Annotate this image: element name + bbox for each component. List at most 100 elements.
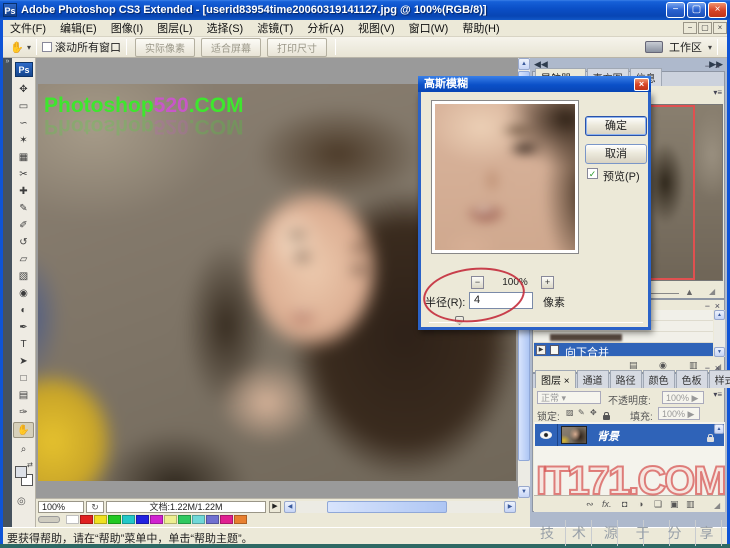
- swatch[interactable]: [192, 515, 205, 524]
- tab-color[interactable]: 颜色: [643, 370, 675, 388]
- lock-position-icon[interactable]: ✥: [590, 408, 597, 417]
- fit-screen-button[interactable]: 适合屏幕: [201, 38, 261, 57]
- crop-tool[interactable]: ▦: [13, 150, 34, 166]
- swatch[interactable]: [178, 515, 191, 524]
- path-selection-tool[interactable]: ➤: [13, 354, 34, 370]
- eraser-tool[interactable]: ▱: [13, 252, 34, 268]
- swatch[interactable]: [150, 515, 163, 524]
- collapse-chevrons-icon[interactable]: »: [6, 58, 10, 65]
- scroll-left-icon[interactable]: ◀: [284, 501, 296, 513]
- scroll-down-icon[interactable]: ▼: [714, 347, 725, 357]
- swatch[interactable]: [220, 515, 233, 524]
- swatch[interactable]: [80, 515, 93, 524]
- panel-minimize-icon[interactable]: −: [705, 61, 710, 71]
- lock-transparency-icon[interactable]: ▨: [566, 408, 574, 417]
- swatch[interactable]: [206, 515, 219, 524]
- panel-close-icon[interactable]: ×: [715, 363, 720, 373]
- panel-resize-grip[interactable]: ◢: [709, 287, 715, 296]
- preview-image[interactable]: [435, 104, 575, 250]
- navigator-thumbnail[interactable]: [647, 104, 723, 281]
- clone-stamp-tool[interactable]: ✐: [13, 218, 34, 234]
- swatch[interactable]: [122, 515, 135, 524]
- menu-view[interactable]: 视图(V): [351, 19, 402, 37]
- tab-paths[interactable]: 路径: [610, 370, 642, 388]
- history-item-selected[interactable]: ▶ 向下合并: [534, 343, 713, 357]
- maximize-button[interactable]: ▢: [687, 2, 706, 18]
- history-state-marker[interactable]: ▶: [536, 345, 546, 355]
- dialog-close-button[interactable]: ×: [634, 78, 649, 91]
- history-brush-tool[interactable]: ↺: [13, 235, 34, 251]
- blur-tool[interactable]: ◉: [13, 286, 34, 302]
- panel-minimize-icon[interactable]: −: [705, 363, 710, 373]
- scroll-up-icon[interactable]: ▲: [714, 424, 724, 434]
- swatch[interactable]: [136, 515, 149, 524]
- ok-button[interactable]: 确定: [585, 116, 647, 136]
- scroll-right-icon[interactable]: ▶: [504, 501, 516, 513]
- bridge-icon[interactable]: [645, 41, 663, 53]
- actual-pixels-button[interactable]: 实际像素: [135, 38, 195, 57]
- scroll-down-icon[interactable]: ▼: [518, 486, 530, 498]
- close-button[interactable]: ×: [708, 2, 727, 18]
- marquee-tool[interactable]: ▭: [13, 99, 34, 115]
- swatch[interactable]: [94, 515, 107, 524]
- menu-window[interactable]: 窗口(W): [402, 19, 456, 37]
- zoom-tool[interactable]: ⌕: [13, 442, 34, 458]
- cancel-button[interactable]: 取消: [585, 144, 647, 164]
- tab-channels[interactable]: 通道: [577, 370, 609, 388]
- panel-close-icon[interactable]: ×: [715, 61, 720, 71]
- tool-preset-dropdown-icon[interactable]: ▾: [27, 43, 31, 52]
- zoom-percent-field[interactable]: 100%: [38, 501, 84, 513]
- title-bar[interactable]: Ps Adobe Photoshop CS3 Extended - [useri…: [0, 0, 730, 20]
- minimize-button[interactable]: −: [666, 2, 685, 18]
- lasso-tool[interactable]: ∽: [13, 116, 34, 132]
- workspace-dropdown-icon[interactable]: ▾: [708, 43, 712, 52]
- status-refresh-icon[interactable]: ↻: [86, 501, 104, 513]
- swatch[interactable]: [164, 515, 177, 524]
- tab-close-icon[interactable]: ×: [564, 376, 570, 387]
- opacity-field[interactable]: 100% ▶: [662, 391, 704, 404]
- brush-tool[interactable]: ✎: [13, 201, 34, 217]
- preview-checkbox[interactable]: ✓: [587, 168, 598, 179]
- panel-menu-icon[interactable]: ▾≡: [713, 88, 722, 97]
- hand-tool[interactable]: ✋: [13, 422, 34, 438]
- palette-well-strip[interactable]: »: [3, 58, 12, 527]
- background-layer-row[interactable]: 背景: [535, 424, 724, 446]
- eyedropper-tool[interactable]: ✑: [13, 405, 34, 421]
- menu-select[interactable]: 选择(S): [200, 19, 251, 37]
- menu-analysis[interactable]: 分析(A): [300, 19, 351, 37]
- tab-swatches[interactable]: 色板: [676, 370, 708, 388]
- foreground-color-swatch[interactable]: [15, 466, 27, 478]
- doc-close-button[interactable]: ×: [713, 22, 727, 34]
- swatch[interactable]: [66, 515, 79, 524]
- preview-zoom-in-button[interactable]: +: [541, 276, 554, 289]
- dodge-tool[interactable]: ◐: [13, 303, 34, 319]
- scroll-all-windows-checkbox[interactable]: [42, 42, 52, 52]
- status-flyout-icon[interactable]: ▶: [269, 501, 281, 513]
- swap-colors-icon[interactable]: ⇄: [27, 461, 33, 469]
- history-item-obscured[interactable]: [534, 332, 713, 343]
- healing-brush-tool[interactable]: ✚: [13, 184, 34, 200]
- gradient-tool[interactable]: ▧: [13, 269, 34, 285]
- layer-visibility-eye-icon[interactable]: [540, 431, 552, 439]
- menu-filter[interactable]: 滤镜(T): [250, 19, 300, 37]
- blend-mode-select[interactable]: 正常 ▾: [537, 391, 601, 404]
- mini-slider[interactable]: [38, 516, 60, 523]
- tab-layers[interactable]: 图层 ×: [535, 370, 576, 388]
- lock-paint-icon[interactable]: ✎: [578, 408, 585, 417]
- menu-help[interactable]: 帮助(H): [455, 19, 506, 37]
- history-scrollbar[interactable]: ▲ ▼: [714, 310, 725, 357]
- menu-file[interactable]: 文件(F): [3, 19, 53, 37]
- type-tool[interactable]: T: [13, 337, 34, 353]
- slice-tool[interactable]: ✂: [13, 167, 34, 183]
- scroll-up-icon[interactable]: ▲: [518, 58, 530, 70]
- menu-layer[interactable]: 图层(L): [150, 19, 199, 37]
- menu-edit[interactable]: 编辑(E): [53, 19, 104, 37]
- quick-selection-tool[interactable]: ✶: [13, 133, 34, 149]
- notes-tool[interactable]: ▤: [13, 388, 34, 404]
- doc-minimize-button[interactable]: −: [683, 22, 697, 34]
- quick-mask-icon[interactable]: ◎: [17, 496, 26, 507]
- dialog-title-bar[interactable]: 高斯模糊 ×: [418, 76, 651, 92]
- horizontal-scroll-thumb[interactable]: [327, 501, 447, 513]
- doc-restore-button[interactable]: ▢: [698, 22, 712, 34]
- lock-all-icon[interactable]: [603, 415, 610, 420]
